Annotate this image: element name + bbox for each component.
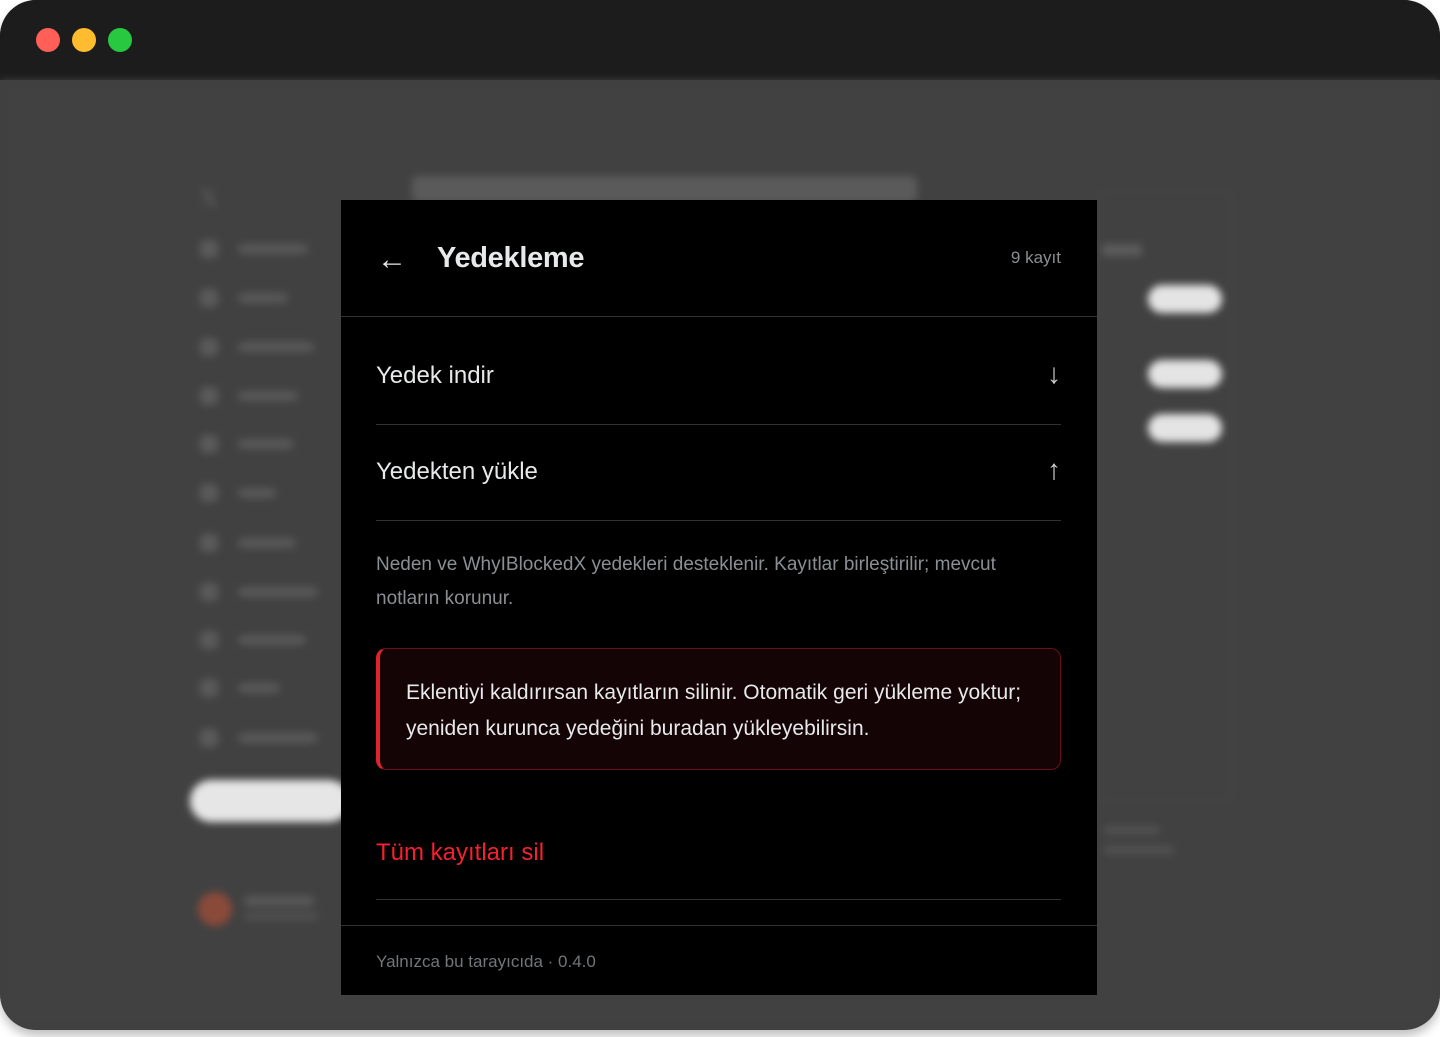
back-arrow-icon[interactable]: ←	[377, 240, 407, 280]
background-nav-item	[200, 629, 340, 651]
browser-window: 𝕏 ← Yedekleme 9 kayıt Yedek indir ↓ Yede…	[0, 0, 1440, 1030]
record-count: 9 kayıt	[1010, 248, 1061, 267]
background-follow-button	[1148, 285, 1222, 313]
backup-info-text: Neden ve WhyIBlockedX yedekleri destekle…	[376, 554, 996, 609]
popup-footer: Yalnızca bu tarayıcıda · 0.4.0	[341, 925, 1097, 996]
background-footer-text	[1104, 826, 1160, 834]
background-search-bar	[412, 176, 917, 202]
background-avatar	[198, 892, 232, 926]
background-footer-text	[1104, 846, 1174, 854]
background-avatar-name	[244, 896, 314, 906]
background-right-heading	[1102, 244, 1142, 256]
download-backup-button[interactable]: Yedek indir ↓	[376, 329, 1061, 425]
restore-backup-button[interactable]: Yedekten yükle ↑	[376, 425, 1061, 521]
background-post-button	[190, 780, 350, 822]
background-avatar-handle	[244, 912, 318, 920]
background-nav-item	[200, 238, 340, 260]
x-logo-icon: 𝕏	[200, 186, 218, 211]
delete-all-label: Tüm kayıtları sil	[376, 839, 545, 866]
version-footer: Yalnızca bu tarayıcıda · 0.4.0	[376, 952, 596, 971]
arrow-up-icon: ↑	[1047, 454, 1061, 485]
background-nav-item	[200, 727, 340, 749]
minimize-window-button[interactable]	[72, 28, 96, 52]
background-nav-item	[200, 287, 340, 309]
arrow-down-icon: ↓	[1047, 358, 1061, 389]
download-backup-label: Yedek indir	[376, 362, 494, 389]
background-nav-item	[200, 482, 340, 504]
delete-all-records-button[interactable]: Tüm kayıtları sil	[376, 820, 1061, 900]
uninstall-warning: Eklentiyi kaldırırsan kayıtların silinir…	[376, 648, 1061, 770]
popup-header: ← Yedekleme 9 kayıt	[341, 200, 1097, 317]
background-right-panel	[1098, 190, 1232, 802]
background-follow-button	[1148, 414, 1222, 442]
background-nav-item	[200, 433, 340, 455]
background-nav-item	[200, 385, 340, 407]
page-title: Yedekleme	[437, 242, 585, 274]
restore-backup-label: Yedekten yükle	[376, 458, 538, 485]
zoom-window-button[interactable]	[108, 28, 132, 52]
background-follow-button	[1148, 360, 1222, 388]
backup-popup: ← Yedekleme 9 kayıt Yedek indir ↓ Yedekt…	[341, 200, 1097, 995]
window-titlebar	[0, 0, 1440, 80]
background-nav-item	[200, 532, 340, 554]
background-nav-item	[200, 336, 340, 358]
warning-text: Eklentiyi kaldırırsan kayıtların silinir…	[406, 681, 1022, 740]
background-nav-item	[200, 677, 340, 699]
close-window-button[interactable]	[36, 28, 60, 52]
background-nav-item	[200, 581, 340, 603]
